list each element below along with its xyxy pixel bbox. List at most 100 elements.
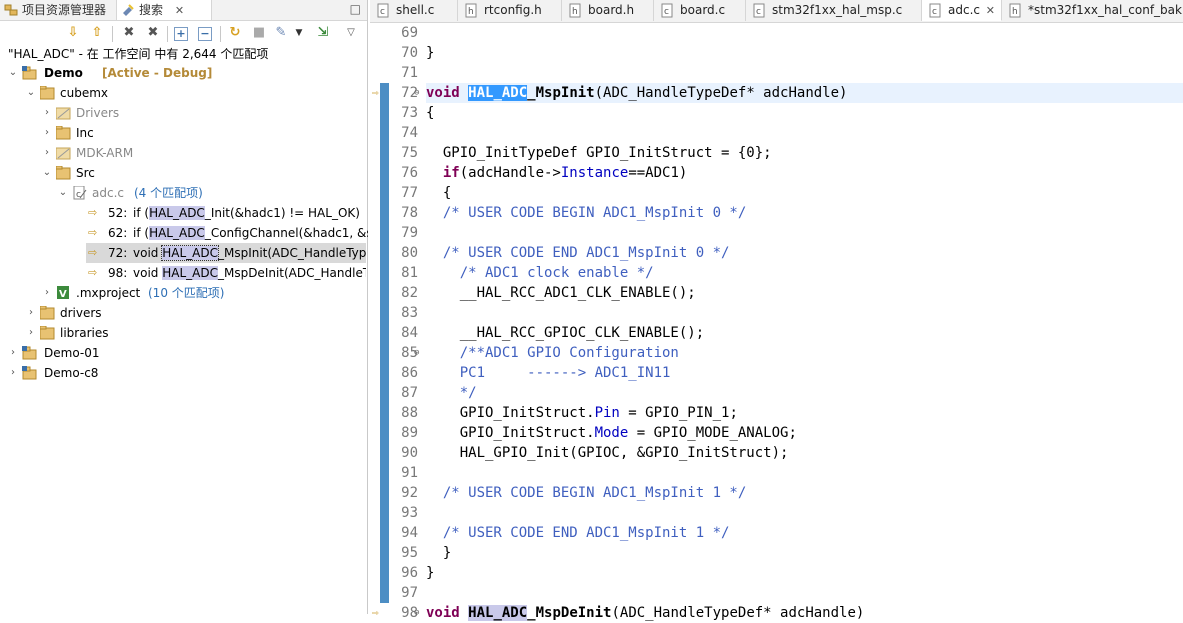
line-number: 83 — [401, 305, 418, 321]
match-line-number: 52: — [108, 206, 128, 220]
chevron-right-icon[interactable]: › — [42, 143, 52, 163]
fold-collapse-icon[interactable]: ⊖ — [414, 83, 419, 103]
search-match-line[interactable]: ⇨ 98: void HAL_ADC_MspDeInit(ADC_HandleT… — [0, 263, 366, 283]
code-line: { — [426, 105, 435, 121]
editor-tab-label: stm32f1xx_hal_msp.c — [772, 3, 903, 17]
tree-item-demo-c8[interactable]: › Demo-c8 — [0, 363, 368, 383]
match-text: if (HAL_ADC_Init(&hadc1) != HAL_OK) — [133, 206, 360, 220]
folder-icon — [40, 326, 55, 340]
line-number: 75 — [401, 145, 418, 161]
search-match-line[interactable]: ⇨ 62: if (HAL_ADC_ConfigChannel(&hadc1, … — [0, 223, 368, 243]
search-match-line[interactable]: ⇨ 52: if (HAL_ADC_Init(&hadc1) != HAL_OK… — [0, 203, 368, 223]
chevron-right-icon[interactable]: › — [42, 123, 52, 143]
line-number: 89 — [401, 425, 418, 441]
code-editor: c shell.c h rtconfig.h h board.h c board… — [370, 0, 1183, 621]
tree-item-drivers-sub[interactable]: › Drivers — [0, 103, 368, 123]
match-arrow-icon: ⇨ — [88, 266, 98, 279]
tree-label: Demo-c8 — [44, 366, 99, 380]
line-number: 82 — [401, 285, 418, 301]
chevron-right-icon[interactable]: › — [42, 283, 52, 303]
search-flashlight-icon — [123, 4, 134, 16]
tree-item-drivers[interactable]: › drivers — [0, 303, 368, 323]
chevron-right-icon[interactable]: › — [8, 343, 18, 363]
run-search-again-icon[interactable]: ↻ — [226, 24, 244, 42]
match-arrow-icon: ⇨ — [88, 206, 98, 219]
code-line: PC1 ------> ADC1_IN11 — [459, 365, 671, 381]
tree-item-src[interactable]: ⌄ Src — [0, 163, 368, 183]
editor-tab-hal-conf-bak[interactable]: h *stm32f1xx_hal_conf_bak.h — [1002, 0, 1183, 21]
tab-search[interactable]: 搜索 ✕ — [116, 0, 212, 20]
line-number: 96 — [401, 565, 418, 581]
chevron-right-icon[interactable]: › — [8, 363, 18, 383]
search-history-icon[interactable]: ✎ — [272, 24, 290, 42]
code-line: /* USER CODE END ADC1_MspInit 1 */ — [442, 525, 730, 541]
code-line: GPIO_InitStruct.Mode = GPIO_MODE_ANALOG; — [426, 425, 797, 441]
editor-tab-shell-c[interactable]: c shell.c — [370, 0, 458, 21]
code-line: /* USER CODE END ADC1_MspInit 0 */ — [442, 245, 730, 261]
chevron-down-icon[interactable]: ▼ — [290, 24, 308, 42]
tree-label: Demo — [44, 66, 83, 80]
expand-all-icon[interactable]: + — [174, 27, 188, 41]
code-area[interactable]: ⇨ ⇨ 69 70 71 72 73 74 75 76 77 78 79 80 81 82 83 84 85 86… — [370, 22, 1183, 621]
code-line: /**ADC1 GPIO Configuration — [459, 345, 679, 361]
view-menu-icon[interactable]: ▽ — [342, 24, 360, 42]
svg-text:c: c — [380, 7, 385, 17]
svg-text:V: V — [59, 289, 67, 300]
tree-item-cubemx[interactable]: ⌄ cubemx — [0, 83, 368, 103]
tree-item-mxproject[interactable]: › V .mxproject (10 个匹配项) — [0, 283, 368, 303]
remove-match-icon[interactable]: ✖ — [120, 24, 138, 42]
project-icon — [22, 346, 37, 360]
editor-tab-rtconfig-h[interactable]: h rtconfig.h — [458, 0, 562, 21]
tree-item-mdk-arm[interactable]: › MDK-ARM — [0, 143, 368, 163]
tree-item-demo-01[interactable]: › Demo-01 — [0, 343, 368, 363]
svg-text:h: h — [1012, 7, 1018, 17]
chevron-right-icon[interactable]: › — [26, 303, 36, 323]
tree-label: Demo-01 — [44, 346, 100, 360]
editor-tab-board-h[interactable]: h board.h — [562, 0, 654, 21]
tree-item-adc-c[interactable]: ⌄ c adc.c (4 个匹配项) — [0, 183, 368, 203]
maximize-icon[interactable]: □ — [350, 0, 361, 18]
fold-collapse-icon[interactable]: ⊖ — [414, 343, 419, 363]
folder-open-icon — [56, 166, 71, 180]
editor-tab-stm32-hal-msp[interactable]: c stm32f1xx_hal_msp.c — [746, 0, 922, 21]
search-toolbar: ⇩ ⇧ ✖ ✖ + − ↻ ■ ✎ ▼ ⇲ ▽ — [0, 22, 368, 46]
editor-tab-adc-c[interactable]: c adc.c ✕ — [922, 0, 1002, 21]
tree-label: Drivers — [76, 106, 120, 120]
collapse-all-icon[interactable]: − — [198, 27, 212, 41]
line-number: 70 — [401, 45, 418, 61]
match-arrow-icon: ⇨ — [88, 226, 98, 239]
chevron-down-icon[interactable]: ⌄ — [8, 63, 18, 83]
tree-item-inc[interactable]: › Inc — [0, 123, 368, 143]
chevron-right-icon[interactable]: › — [26, 323, 36, 343]
tree-item-libraries[interactable]: › libraries — [0, 323, 368, 343]
code-line: GPIO_InitStruct.Pin = GPIO_PIN_1; — [426, 405, 738, 421]
line-number: 79 — [401, 225, 418, 241]
pin-view-icon[interactable]: ⇲ — [314, 24, 332, 42]
line-number: 92 — [401, 485, 418, 501]
cancel-search-icon[interactable]: ■ — [250, 24, 268, 42]
code-line: /* ADC1 clock enable */ — [459, 265, 654, 281]
line-number: 80 — [401, 245, 418, 261]
close-icon[interactable]: ✕ — [986, 0, 995, 21]
fold-collapse-icon[interactable]: ⊖ — [414, 603, 419, 623]
chevron-down-icon[interactable]: ⌄ — [42, 163, 52, 183]
editor-tab-board-c[interactable]: c board.c — [654, 0, 746, 21]
tree-label: Src — [76, 166, 95, 180]
overview-ruler — [374, 22, 389, 614]
previous-match-icon[interactable]: ⇧ — [88, 24, 106, 42]
match-line-number: 62: — [108, 226, 128, 240]
svg-text:c: c — [664, 7, 669, 17]
tree-label: cubemx — [60, 86, 108, 100]
next-match-icon[interactable]: ⇩ — [64, 24, 82, 42]
svg-text:h: h — [468, 7, 474, 17]
remove-all-matches-icon[interactable]: ✖ — [144, 24, 162, 42]
match-arrow-icon: ⇨ — [88, 246, 98, 259]
tree-label: adc.c — [92, 186, 124, 200]
tab-project-explorer[interactable]: 项目资源管理器 — [0, 0, 106, 20]
tree-item-demo[interactable]: ⌄ Demo [Active - Debug] — [0, 63, 368, 83]
close-icon[interactable]: ✕ — [175, 4, 184, 17]
chevron-right-icon[interactable]: › — [42, 103, 52, 123]
search-match-line-selected[interactable]: ⇨ 72: void HAL_ADC_MspInit(ADC_HandleTyp… — [86, 243, 366, 263]
chevron-down-icon[interactable]: ⌄ — [26, 83, 36, 103]
chevron-down-icon[interactable]: ⌄ — [58, 183, 68, 203]
